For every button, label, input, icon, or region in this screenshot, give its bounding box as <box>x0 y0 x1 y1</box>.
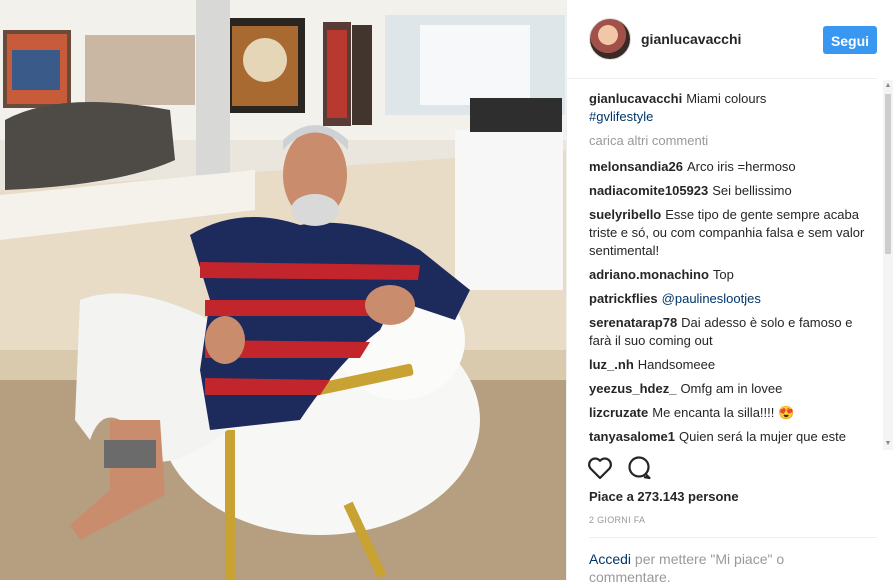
list-item: yeezus_hdez_ Omfg am in lovee <box>589 380 873 398</box>
scrollbar-thumb[interactable] <box>885 94 891 254</box>
comment-user[interactable]: lizcruzate <box>589 405 648 420</box>
photo-illustration <box>0 0 566 580</box>
post-header: gianlucavacchi Segui <box>567 0 877 79</box>
heart-icon[interactable] <box>587 456 613 480</box>
list-item: patrickflies @paulineslootjes <box>589 290 873 308</box>
comment-user[interactable]: melonsandia26 <box>589 159 683 174</box>
login-prompt: Accedi per mettere "Mi piace" o commenta… <box>589 550 869 586</box>
comment-mention-link[interactable]: @paulineslootjes <box>662 291 761 306</box>
divider <box>589 537 877 538</box>
scroll-down-icon[interactable]: ▼ <box>884 440 892 448</box>
post-sidebar: gianlucavacchi Segui gianlucavacchi Miami… <box>566 0 893 585</box>
list-item: serenatarap78 Dai adesso è solo e famoso … <box>589 314 873 350</box>
comment-text: Quien será la mujer que este <box>679 429 846 444</box>
comment-text: Handsomeee <box>637 357 716 372</box>
comment-user[interactable]: tanyasalome1 <box>589 429 675 444</box>
list-item: lizcruzate Me encanta la silla!!!! 😍 <box>589 404 873 422</box>
comment-user[interactable]: patrickflies <box>589 291 658 306</box>
caption-text: Miami colours <box>686 91 767 106</box>
comment-user[interactable]: adriano.monachino <box>589 267 709 282</box>
comment-text: Sei bellissimo <box>712 183 792 198</box>
comment-text: Me encanta la silla!!!! 😍 <box>652 405 795 420</box>
comment-user[interactable]: suelyribello <box>589 207 661 222</box>
comment-user[interactable]: yeezus_hdez_ <box>589 381 676 396</box>
post-actions <box>587 456 653 480</box>
comment-user[interactable]: nadiacomite105923 <box>589 183 708 198</box>
list-item: luz_.nh Handsomeee <box>589 356 873 374</box>
comment-user[interactable]: luz_.nh <box>589 357 634 372</box>
caption-hashtag[interactable]: #gvlifestyle <box>589 108 873 126</box>
caption: gianlucavacchi Miami colours #gvlifestyle <box>589 90 873 126</box>
comments-list: gianlucavacchi Miami colours #gvlifestyle… <box>589 90 873 445</box>
comment-icon[interactable] <box>627 456 653 480</box>
list-item: melonsandia26 Arco iris =hermoso <box>589 158 873 176</box>
list-item: suelyribello Esse tipo de gente sempre ac… <box>589 206 873 260</box>
comment-text: Top <box>712 267 734 282</box>
comments-scrollbar[interactable]: ▲ ▼ <box>883 80 893 450</box>
username-link[interactable]: gianlucavacchi <box>641 31 741 47</box>
follow-button[interactable]: Segui <box>823 26 877 54</box>
caption-user[interactable]: gianlucavacchi <box>589 91 682 106</box>
comment-user[interactable]: serenatarap78 <box>589 315 677 330</box>
list-item: adriano.monachino Top <box>589 266 873 284</box>
load-more-comments[interactable]: carica altri commenti <box>589 132 873 150</box>
post-photo[interactable] <box>0 0 566 580</box>
list-item: tanyasalome1 Quien será la mujer que este <box>589 428 873 445</box>
timestamp[interactable]: 2 GIORNI FA <box>589 515 645 525</box>
avatar[interactable] <box>589 18 631 60</box>
comment-text: Omfg am in lovee <box>680 381 783 396</box>
list-item: nadiacomite105923 Sei bellissimo <box>589 182 873 200</box>
login-link[interactable]: Accedi <box>589 551 631 567</box>
scroll-up-icon[interactable]: ▲ <box>884 82 892 90</box>
comment-text: Arco iris =hermoso <box>686 159 796 174</box>
likes-count[interactable]: Piace a 273.143 persone <box>589 489 739 504</box>
